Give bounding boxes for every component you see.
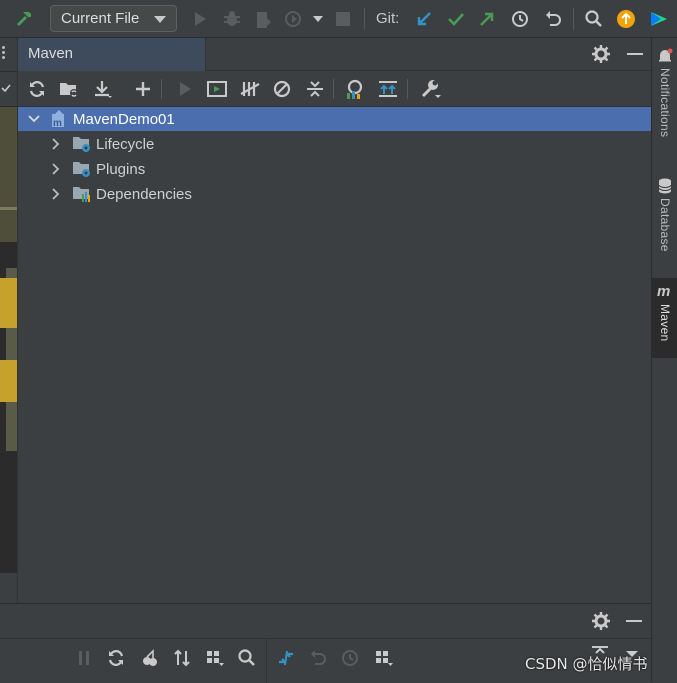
maven-m-icon: m bbox=[657, 284, 670, 298]
maven-settings-wrench-icon[interactable] bbox=[420, 79, 442, 99]
warning-highlight bbox=[0, 360, 17, 402]
editor-highlight-region bbox=[0, 210, 17, 242]
chevron-right-icon[interactable] bbox=[50, 188, 62, 200]
maven-title-tab[interactable]: Maven bbox=[18, 38, 206, 71]
database-icon bbox=[658, 178, 672, 194]
history-clock-icon[interactable] bbox=[340, 648, 360, 668]
panel-divider bbox=[266, 639, 267, 683]
tree-node-label: Lifecycle bbox=[96, 135, 155, 153]
tree-node-label: Plugins bbox=[96, 160, 146, 178]
plugins-folder-icon bbox=[73, 162, 90, 177]
ide-update-icon[interactable] bbox=[616, 9, 636, 29]
tab-label: Database bbox=[658, 198, 672, 252]
tab-notifications[interactable]: Notifications bbox=[652, 48, 677, 163]
maven-project-icon: m bbox=[52, 110, 64, 128]
run-configuration-label: Current File bbox=[61, 10, 140, 27]
toolbar-divider bbox=[573, 8, 574, 30]
undo-icon[interactable] bbox=[308, 648, 328, 668]
maven-tool-window: Maven m MavenDemo01 Lifecycle Plugins De… bbox=[17, 38, 652, 603]
jetbrains-toolbox-logo-icon[interactable] bbox=[649, 9, 669, 29]
maven-project-tree: m MavenDemo01 Lifecycle Plugins Dependen… bbox=[18, 107, 652, 603]
tree-node-label: Dependencies bbox=[96, 185, 192, 203]
main-toolbar: Current File Git: bbox=[0, 0, 677, 38]
toolbar-divider bbox=[364, 8, 365, 30]
dependencies-folder-icon bbox=[73, 187, 90, 202]
chevron-down-icon[interactable] bbox=[28, 113, 40, 125]
profile-icon[interactable] bbox=[285, 9, 305, 29]
gear-icon[interactable] bbox=[591, 611, 611, 631]
add-maven-project-icon[interactable] bbox=[132, 79, 154, 99]
rerun-icon[interactable] bbox=[106, 648, 126, 668]
editor-highlight-region bbox=[0, 107, 17, 207]
sort-icon[interactable] bbox=[172, 648, 192, 668]
tab-database[interactable]: Database bbox=[652, 178, 677, 268]
maven-header: Maven bbox=[18, 38, 652, 71]
toolbar-divider bbox=[333, 79, 334, 99]
more-run-options-chevron-icon[interactable] bbox=[308, 9, 328, 29]
collapse-all-icon[interactable] bbox=[304, 79, 326, 99]
git-commit-check-icon[interactable] bbox=[446, 9, 466, 29]
reload-projects-icon[interactable] bbox=[26, 79, 48, 99]
tree-node-lifecycle[interactable]: Lifecycle bbox=[18, 132, 652, 156]
chevron-down-icon bbox=[154, 16, 166, 23]
analyze-dependencies-icon[interactable] bbox=[344, 79, 366, 99]
tree-node-maven-project[interactable]: m MavenDemo01 bbox=[18, 107, 652, 131]
gear-icon[interactable] bbox=[592, 45, 612, 65]
more-dot-icon bbox=[2, 51, 5, 54]
run-configuration-dropdown[interactable]: Current File bbox=[50, 5, 177, 32]
minimize-icon[interactable] bbox=[626, 620, 642, 622]
watermark: CSDN @恰似情书 bbox=[525, 655, 648, 673]
chevron-right-icon[interactable] bbox=[50, 163, 62, 175]
warning-highlight bbox=[0, 278, 17, 328]
left-strip-header bbox=[0, 38, 17, 71]
generate-sources-folder-icon[interactable] bbox=[58, 79, 80, 99]
search-icon[interactable] bbox=[237, 648, 257, 668]
left-strip-toolbar bbox=[0, 72, 17, 106]
search-icon[interactable] bbox=[584, 9, 604, 29]
run-icon[interactable] bbox=[190, 9, 210, 29]
download-sources-icon[interactable] bbox=[92, 79, 114, 99]
maven-toolbar bbox=[18, 71, 652, 107]
panel-divider bbox=[0, 638, 651, 639]
tab-label: Notifications bbox=[658, 68, 672, 138]
history-clock-icon[interactable] bbox=[510, 9, 530, 29]
git-push-arrow-icon[interactable] bbox=[477, 9, 497, 29]
toolbar-divider bbox=[161, 79, 162, 99]
lifecycle-folder-icon bbox=[73, 137, 90, 152]
git-update-arrow-icon[interactable] bbox=[414, 9, 434, 29]
git-label: Git: bbox=[376, 10, 400, 27]
group-by-icon[interactable] bbox=[205, 648, 225, 668]
more-dot-icon bbox=[2, 56, 5, 59]
svg-text:m: m bbox=[53, 118, 62, 128]
compare-arrows-icon[interactable] bbox=[276, 648, 296, 668]
tree-node-plugins[interactable]: Plugins bbox=[18, 157, 652, 181]
toggle-offline-mode-icon[interactable] bbox=[239, 79, 261, 99]
tab-label: Maven bbox=[658, 304, 672, 342]
rollback-undo-icon[interactable] bbox=[543, 9, 563, 29]
minimize-icon[interactable] bbox=[627, 53, 643, 55]
toolbar-divider bbox=[407, 79, 408, 99]
tab-maven[interactable]: m Maven bbox=[652, 278, 677, 358]
maven-title: Maven bbox=[28, 45, 74, 62]
coverage-icon[interactable] bbox=[254, 9, 274, 29]
editor-gutter-strip bbox=[0, 38, 17, 682]
tree-node-label: MavenDemo01 bbox=[73, 110, 175, 128]
build-hammer-icon[interactable] bbox=[14, 9, 34, 29]
show-diagram-icon[interactable] bbox=[377, 79, 399, 99]
debug-bug-icon[interactable] bbox=[222, 9, 242, 29]
tree-node-dependencies[interactable]: Dependencies bbox=[18, 182, 652, 206]
stop-icon[interactable] bbox=[333, 9, 353, 29]
cherry-pick-icon[interactable] bbox=[140, 648, 160, 668]
pause-icon[interactable] bbox=[74, 648, 94, 668]
left-strip-footer bbox=[0, 573, 17, 603]
svg-text:m: m bbox=[657, 284, 670, 298]
skip-tests-icon[interactable] bbox=[271, 79, 293, 99]
right-tool-strip: Notifications Database m Maven bbox=[651, 38, 677, 682]
execute-maven-goal-icon[interactable] bbox=[206, 79, 228, 99]
run-maven-build-icon[interactable] bbox=[174, 79, 196, 99]
chevron-right-icon[interactable] bbox=[50, 138, 62, 150]
bell-icon bbox=[659, 48, 673, 62]
group-by-icon[interactable] bbox=[374, 648, 394, 668]
more-dot-icon bbox=[2, 46, 5, 49]
